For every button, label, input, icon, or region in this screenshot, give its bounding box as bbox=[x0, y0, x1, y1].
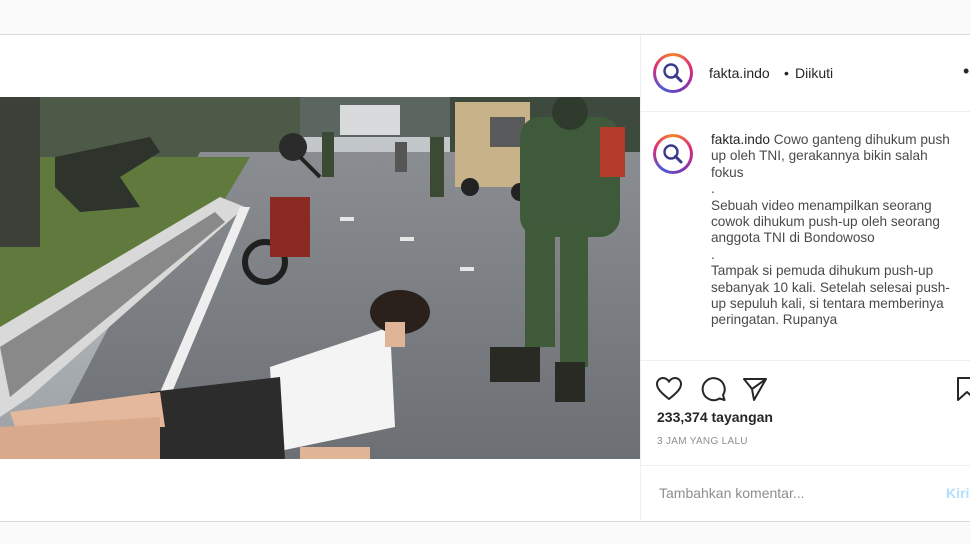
heart-icon[interactable] bbox=[655, 375, 683, 403]
video-frame bbox=[0, 97, 640, 459]
comment-input[interactable] bbox=[657, 484, 931, 502]
magnifier-logo-icon bbox=[663, 144, 683, 164]
magnifier-logo-icon bbox=[663, 63, 683, 83]
post-comment-button[interactable]: Kirim bbox=[946, 485, 970, 501]
post-sidebar: fakta.indo • Diikuti • fakta.indo Cowo g… bbox=[641, 35, 970, 521]
caption-text-block: fakta.indo Cowo ganteng dihukum push up … bbox=[711, 132, 961, 329]
view-count[interactable]: 233,374 tayangan bbox=[657, 409, 773, 425]
post-timestamp[interactable]: 3 JAM YANG LALU bbox=[657, 436, 748, 447]
video-player[interactable] bbox=[0, 97, 640, 459]
caption-area: fakta.indo Cowo ganteng dihukum push up … bbox=[641, 112, 970, 360]
action-bar: 233,374 tayangan 3 JAM YANG LALU bbox=[641, 360, 970, 481]
separator-dot: • bbox=[784, 65, 789, 81]
caption-username[interactable]: fakta.indo bbox=[711, 132, 770, 147]
ellipsis-icon[interactable]: • bbox=[963, 61, 970, 82]
caption-avatar[interactable] bbox=[653, 134, 693, 174]
comment-icon[interactable] bbox=[699, 375, 727, 403]
follow-status-button[interactable]: Diikuti bbox=[795, 65, 833, 81]
header-username[interactable]: fakta.indo bbox=[709, 65, 770, 81]
avatar[interactable] bbox=[653, 53, 693, 93]
comment-box: Kirim bbox=[641, 465, 970, 521]
instagram-post: fakta.indo • Diikuti • fakta.indo Cowo g… bbox=[0, 34, 970, 522]
share-icon[interactable] bbox=[741, 375, 769, 403]
caption-text: Cowo ganteng dihukum push up oleh TNI, g… bbox=[711, 132, 950, 328]
post-media bbox=[0, 35, 641, 521]
bookmark-icon[interactable] bbox=[953, 375, 970, 403]
post-header: fakta.indo • Diikuti • bbox=[641, 35, 970, 112]
